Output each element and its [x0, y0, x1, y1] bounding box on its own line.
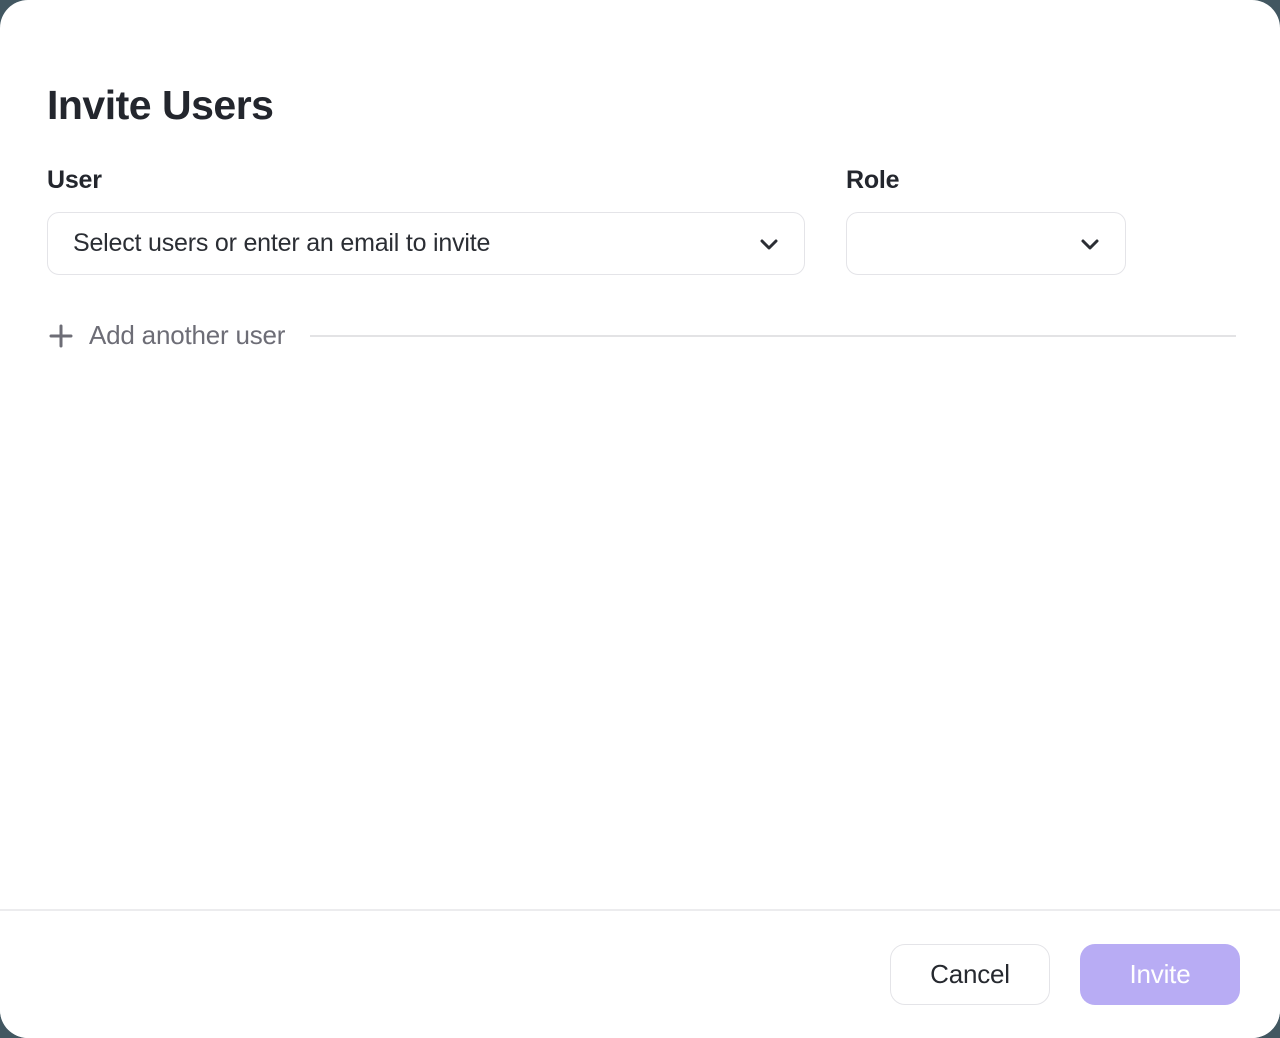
- chevron-down-icon: [1077, 231, 1103, 257]
- user-select[interactable]: Select users or enter an email to invite: [47, 212, 805, 275]
- add-another-user-row: Add another user: [47, 320, 1236, 351]
- role-field-label: Role: [846, 166, 1126, 195]
- role-select[interactable]: [846, 212, 1126, 275]
- user-field-group: User Select users or enter an email to i…: [47, 166, 805, 275]
- user-field-label: User: [47, 166, 805, 195]
- cancel-button[interactable]: Cancel: [890, 944, 1050, 1005]
- invite-button[interactable]: Invite: [1080, 944, 1240, 1005]
- invite-form-row: User Select users or enter an email to i…: [47, 166, 1126, 275]
- dialog-footer: Cancel Invite: [0, 909, 1280, 1038]
- invite-users-dialog: Invite Users User Select users or enter …: [0, 0, 1280, 1038]
- add-another-user-button[interactable]: Add another user: [47, 320, 285, 351]
- user-select-placeholder: Select users or enter an email to invite: [73, 229, 490, 258]
- plus-icon: [47, 322, 75, 350]
- add-another-user-label: Add another user: [89, 320, 285, 351]
- chevron-down-icon: [756, 231, 782, 257]
- role-field-group: Role: [846, 166, 1126, 275]
- dialog-title: Invite Users: [47, 82, 273, 129]
- row-divider: [310, 335, 1236, 337]
